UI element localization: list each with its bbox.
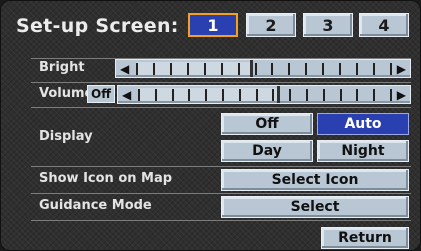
guidance-mode-label: Guidance Mode xyxy=(39,198,152,213)
right-arrow-icon[interactable]: ▶ xyxy=(397,61,406,77)
slider-tick xyxy=(305,63,307,75)
bright-slider[interactable]: ◀ ▶ xyxy=(115,59,411,78)
slider-tick xyxy=(373,63,375,75)
slider-tick xyxy=(239,89,241,101)
setup-screen: Set-up Screen: 1 2 3 4 Bright ◀ ▶ Volume… xyxy=(0,0,421,251)
slider-tick xyxy=(138,89,140,101)
left-arrow-icon[interactable]: ◀ xyxy=(122,87,131,103)
show-icon-label: Show Icon on Map xyxy=(39,171,173,186)
divider xyxy=(31,220,411,221)
select-icon-button[interactable]: Select Icon xyxy=(221,169,409,191)
slider-tick xyxy=(256,89,258,101)
slider-tick xyxy=(205,89,207,101)
display-auto-button[interactable]: Auto xyxy=(317,113,409,135)
slider-tick xyxy=(187,63,189,75)
slider-thumb[interactable] xyxy=(250,60,253,77)
display-off-button[interactable]: Off xyxy=(221,113,313,135)
slider-tick xyxy=(373,89,375,101)
guidance-select-button[interactable]: Select xyxy=(221,196,409,218)
slider-tick xyxy=(306,89,308,101)
bright-label: Bright xyxy=(39,60,85,75)
divider xyxy=(31,82,411,83)
volume-slider[interactable]: ◀ ▶ xyxy=(117,85,411,104)
slider-tick xyxy=(221,63,223,75)
volume-label: Volume xyxy=(39,86,94,101)
left-arrow-icon[interactable]: ◀ xyxy=(120,61,129,77)
slider-tick xyxy=(323,89,325,101)
slider-tick xyxy=(136,63,138,75)
right-arrow-icon[interactable]: ▶ xyxy=(397,87,406,103)
slider-tick xyxy=(390,89,392,101)
slider-tick xyxy=(155,89,157,101)
slider-tick xyxy=(390,63,392,75)
display-day-button[interactable]: Day xyxy=(221,140,313,162)
display-night-button[interactable]: Night xyxy=(317,140,409,162)
slider-tick xyxy=(188,89,190,101)
slider-tick xyxy=(271,63,273,75)
slider-tick xyxy=(288,63,290,75)
slider-tick xyxy=(238,63,240,75)
slider-tick xyxy=(153,63,155,75)
divider xyxy=(31,107,411,108)
slider-tick xyxy=(340,89,342,101)
page-2-button[interactable]: 2 xyxy=(246,13,296,37)
slider-tick xyxy=(339,63,341,75)
slider-tick xyxy=(204,63,206,75)
slider-tick xyxy=(356,63,358,75)
divider xyxy=(31,193,411,194)
slider-tick xyxy=(170,63,172,75)
volume-off-button[interactable]: Off xyxy=(87,85,115,103)
page-4-button[interactable]: 4 xyxy=(359,13,409,37)
slider-tick xyxy=(322,63,324,75)
slider-tick xyxy=(255,63,257,75)
slider-thumb[interactable] xyxy=(277,86,280,103)
slider-tick xyxy=(172,89,174,101)
return-button[interactable]: Return xyxy=(321,227,409,249)
page-3-button[interactable]: 3 xyxy=(303,13,353,37)
slider-tick xyxy=(222,89,224,101)
slider-tick xyxy=(356,89,358,101)
page-1-button[interactable]: 1 xyxy=(188,13,238,37)
slider-tick xyxy=(272,89,274,101)
slider-tick xyxy=(289,89,291,101)
display-label: Display xyxy=(39,129,93,144)
divider xyxy=(31,166,411,167)
screen-title: Set-up Screen: xyxy=(16,15,179,37)
